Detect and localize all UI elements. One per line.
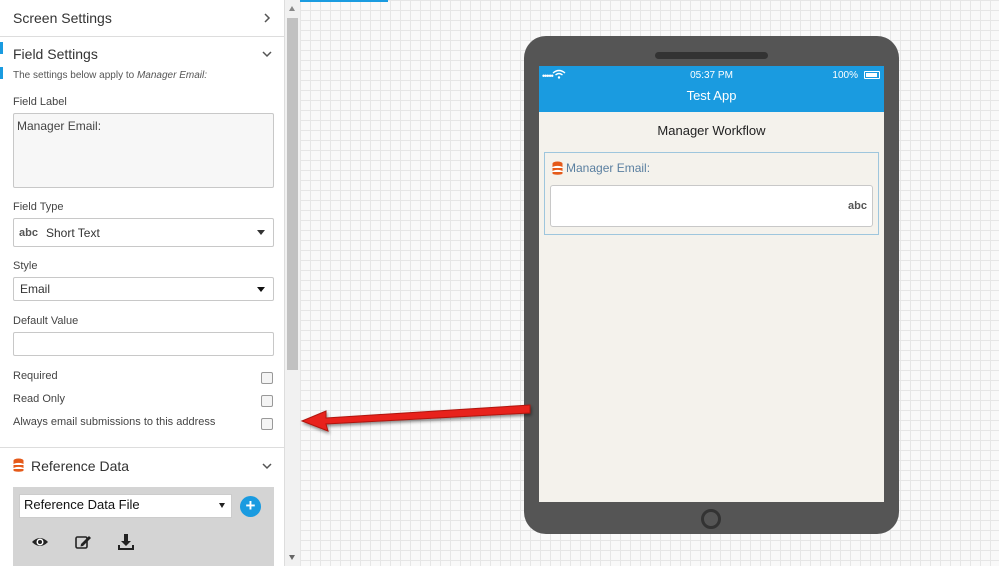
read-only-label: Read Only — [13, 393, 65, 405]
panel-scrollbar[interactable] — [285, 0, 300, 566]
field-settings-header[interactable]: Field Settings — [0, 36, 284, 72]
edit-icon[interactable] — [73, 532, 93, 552]
form-field-card[interactable]: Manager Email: abc — [544, 152, 879, 235]
device-screen: ••••• 05:37 PM 100% Test App Manager Wor… — [539, 66, 884, 502]
scroll-down-icon[interactable] — [289, 555, 295, 560]
email-input[interactable]: abc — [550, 185, 873, 227]
screen-settings-title: Screen Settings — [13, 10, 112, 26]
device-speaker — [655, 52, 768, 59]
download-icon[interactable] — [116, 532, 136, 552]
field-label-textarea[interactable]: Manager Email: — [13, 113, 274, 188]
field-settings-title: Field Settings — [13, 46, 98, 62]
chevron-right-icon — [264, 13, 271, 23]
caret-down-icon — [257, 287, 265, 292]
default-value-title: Default Value — [13, 315, 79, 327]
battery-icon — [864, 71, 880, 79]
email-submissions-label: Always email submissions to this address — [13, 416, 216, 428]
tablet-preview: ••••• 05:37 PM 100% Test App Manager Wor… — [524, 36, 899, 534]
style-value: Email — [20, 282, 51, 296]
field-label-title: Field Label — [13, 96, 67, 108]
chevron-down-icon — [262, 51, 272, 58]
battery-percent: 100% — [832, 70, 858, 81]
workflow-title: Manager Workflow — [657, 123, 766, 138]
screen-settings-header[interactable]: Screen Settings — [0, 0, 284, 36]
read-only-checkbox[interactable] — [261, 395, 273, 407]
settings-panel: Screen Settings Field Settings The setti… — [0, 0, 285, 566]
field-type-title: Field Type — [13, 201, 64, 213]
field-type-value: Short Text — [45, 225, 100, 240]
field-type-select[interactable]: abc Short Text — [13, 218, 274, 247]
style-title: Style — [13, 260, 38, 272]
scrollbar-thumb[interactable] — [287, 18, 298, 370]
text-type-icon: abc — [848, 200, 867, 212]
app-title: Test App — [686, 88, 737, 103]
required-label: Required — [13, 370, 58, 382]
status-bar: ••••• 05:37 PM 100% Test App — [539, 66, 884, 112]
email-submissions-checkbox[interactable] — [261, 418, 273, 430]
reference-data-title: Reference Data — [31, 458, 130, 474]
help-prefix: The settings below apply to — [13, 70, 137, 81]
caret-down-icon — [219, 503, 225, 508]
eye-icon[interactable] — [30, 532, 50, 552]
scroll-up-icon[interactable] — [289, 6, 295, 11]
add-reference-button[interactable]: + — [240, 496, 261, 517]
default-value-input[interactable] — [13, 332, 274, 356]
reference-file-select[interactable]: Reference Data File — [19, 494, 232, 518]
reference-file-value: Reference Data File — [24, 497, 140, 512]
database-icon — [13, 458, 24, 472]
annotation-arrow — [300, 404, 531, 432]
chevron-down-icon — [262, 463, 272, 470]
database-icon — [552, 161, 563, 175]
help-text: The settings below apply to Manager Emai… — [13, 70, 207, 81]
help-field-name: Manager Email: — [136, 70, 207, 81]
caret-down-icon — [257, 230, 265, 235]
required-checkbox[interactable] — [261, 372, 273, 384]
form-field-label: Manager Email: — [566, 161, 651, 175]
reference-data-area: Reference Data File + — [13, 487, 274, 566]
text-type-icon: abc — [19, 226, 38, 239]
reference-data-header[interactable]: Reference Data — [0, 448, 284, 484]
home-button — [701, 509, 721, 529]
style-select[interactable]: Email — [13, 277, 274, 301]
canvas-top-accent — [300, 0, 388, 2]
